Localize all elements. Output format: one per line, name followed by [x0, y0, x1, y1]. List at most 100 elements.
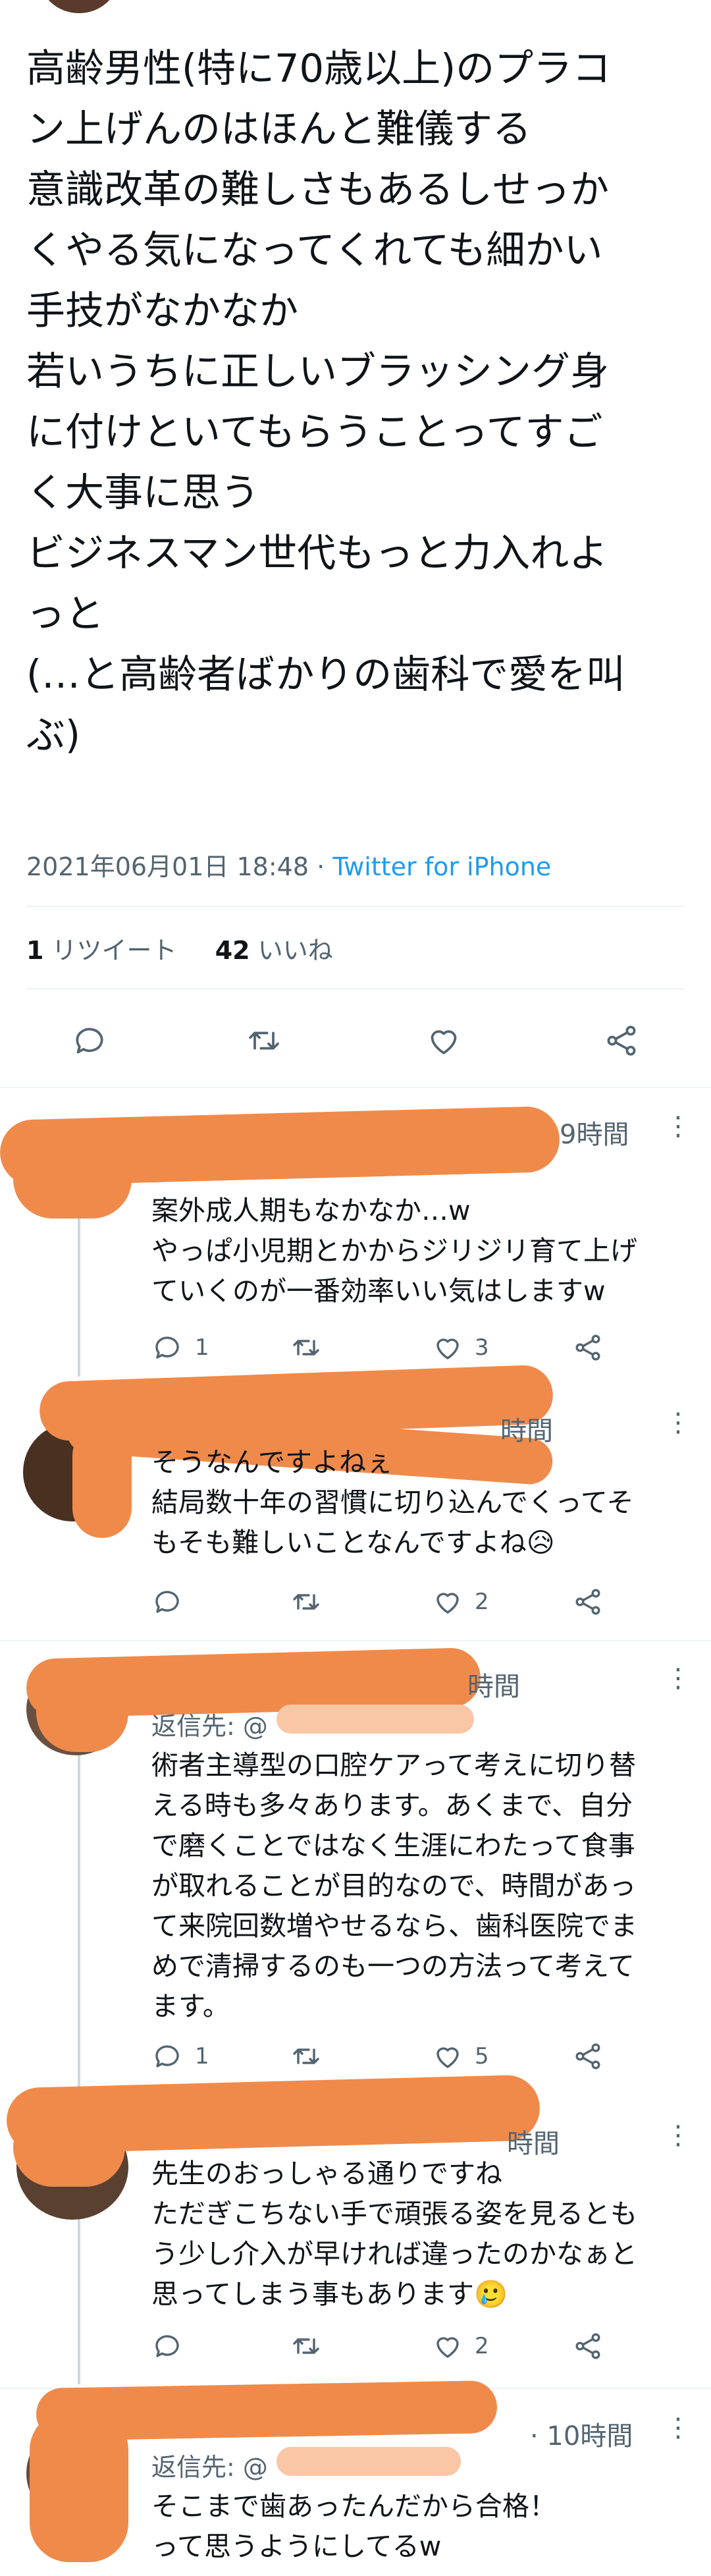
like-button[interactable]: [425, 1022, 463, 1059]
reply-time: 時間: [500, 1416, 553, 1446]
reply-line: う少し介入が早ければ違ったのかなぁと: [151, 2238, 637, 2270]
tweet-line: (…と高齢者ばかりの歯科で愛を叫: [26, 651, 625, 697]
retweet-icon: [293, 1340, 319, 1356]
tweet-source-link[interactable]: Twitter for iPhone: [332, 852, 551, 881]
reply-to-label: 返信先: @: [151, 1712, 268, 1741]
like-stat[interactable]: 42 いいね: [215, 936, 333, 965]
reply-line: で磨くことではなく生涯にわたって食事: [151, 1830, 635, 1861]
heart-icon: [436, 1338, 459, 1359]
reply-button[interactable]: 1: [151, 2041, 209, 2072]
reply-line: 術者主導型の口腔ケアって考えに切り替: [151, 1749, 636, 1781]
retweet-icon: [293, 1594, 319, 1610]
like-button[interactable]: 3: [431, 1332, 489, 1363]
tweet-line: ビジネスマン世代もっと力入れよ: [26, 530, 608, 576]
reply-count: 1: [195, 1334, 209, 1361]
retweet-icon: [249, 1031, 279, 1050]
retweet-button[interactable]: [245, 1022, 283, 1059]
share-button[interactable]: [571, 2041, 604, 2072]
reply-time: 時間: [507, 2129, 560, 2159]
like-button[interactable]: 2: [431, 1586, 489, 1618]
reply-icon: [155, 1336, 179, 1359]
share-button[interactable]: [571, 1586, 604, 1618]
divider: [0, 1640, 711, 1641]
reply-time: · 10時間: [530, 2421, 633, 2452]
reply-line: もそも難しいことなんですよね😥: [151, 1527, 555, 1558]
redaction-scribble: [276, 2447, 461, 2476]
reply-line: ます。: [151, 1990, 230, 2022]
heart-icon: [431, 1030, 457, 1055]
reply-icon: [155, 1591, 179, 1613]
retweet-button[interactable]: [290, 2330, 323, 2362]
redaction-scribble: [276, 1705, 474, 1734]
like-button[interactable]: 2: [431, 2330, 489, 2362]
retweet-label: リツイート: [43, 936, 177, 965]
more-options-icon[interactable]: ⋮: [665, 2122, 691, 2149]
heart-icon: [436, 2337, 459, 2358]
reply-line: そうなんですよねぇ: [151, 1446, 393, 1478]
share-button[interactable]: [602, 1022, 641, 1059]
like-count: 42: [215, 936, 250, 965]
tweet-line: 意識改革の難しさもあるしせっか: [26, 167, 610, 212]
reply-time: 時間: [467, 1672, 520, 1702]
more-options-icon[interactable]: ⋮: [665, 1113, 691, 1139]
meta-separator: ·: [309, 852, 333, 881]
tweet-line: ン上げんのはほんと難儀する: [26, 106, 532, 151]
share-icon: [575, 1589, 600, 1615]
like-count: 5: [475, 2043, 489, 2069]
tweet-meta: 2021年06月01日 18:48 · Twitter for iPhone: [26, 846, 551, 883]
author-avatar[interactable]: [40, 0, 118, 13]
tweet-stats: 1 リツイート 42 いいね: [26, 930, 333, 966]
retweet-stat[interactable]: 1 リツイート: [26, 936, 177, 965]
reply-button[interactable]: 1: [151, 1332, 209, 1363]
reply-count: 1: [195, 2043, 209, 2069]
reply-line: めで清掃するのも一つの方法って考えて: [151, 1950, 635, 1982]
reply-line: やっぱ小児期とかからジリジリ育て上げ: [151, 1235, 637, 1267]
like-button[interactable]: 5: [431, 2041, 489, 2072]
retweet-icon: [293, 2338, 319, 2354]
like-count: 2: [475, 2333, 489, 2359]
redaction-scribble: [36, 1666, 128, 1752]
more-options-icon[interactable]: ⋮: [665, 1410, 691, 1436]
tweet-line: 高齢男性(特に70歳以上)のプラコ: [26, 45, 612, 91]
like-count: 3: [475, 1334, 489, 1361]
redaction-scribble: [30, 2411, 128, 2562]
tweet-line: に付けといてもらうことってすご: [26, 409, 603, 454]
heart-icon: [436, 1593, 459, 1614]
reply-time: 9時間: [560, 1120, 629, 1150]
reply-line: ていくのが一番効率いい気はしますw: [151, 1275, 606, 1307]
tweet-line: っと: [26, 591, 105, 636]
reply-button[interactable]: [71, 1022, 108, 1059]
more-options-icon[interactable]: ⋮: [665, 1665, 691, 1691]
tweet-line: 若いうちに正しいブラッシング身: [26, 348, 610, 394]
reply-line: そこまで歯あったんだから合格！: [151, 2490, 556, 2522]
share-icon: [575, 2333, 600, 2359]
more-options-icon[interactable]: ⋮: [665, 2415, 691, 2441]
divider: [26, 906, 685, 907]
reply-line: て来院回数増やせるなら、歯科医院でま: [151, 1910, 637, 1942]
share-button[interactable]: [571, 1332, 604, 1363]
redaction-scribble: [13, 1139, 132, 1219]
retweet-icon: [293, 2048, 319, 2064]
reply-line: ただぎこちない手で頑張る姿を見るとも: [151, 2198, 637, 2230]
retweet-button[interactable]: [290, 1586, 323, 1618]
reply-line: 結局数十年の習慣に切り込んでくってそ: [151, 1487, 634, 1518]
share-button[interactable]: [571, 2330, 604, 2362]
reply-button[interactable]: [151, 1586, 195, 1618]
tweet-line: ぶ): [26, 712, 81, 757]
reply-icon: [155, 2045, 179, 2068]
reply-line: える時も多々あります。あくまで、自分: [151, 1790, 633, 1821]
tweet-date: 2021年06月01日 18:48: [26, 852, 309, 881]
share-icon: [607, 1026, 636, 1056]
retweet-button[interactable]: [290, 1332, 323, 1363]
retweet-count: 1: [26, 936, 44, 965]
reply-button[interactable]: [151, 2330, 195, 2362]
reply-line: 案外成人期もなかなか…w: [151, 1195, 471, 1226]
thread-line: [78, 1205, 80, 1377]
redaction-scribble: [13, 2108, 125, 2187]
divider: [26, 988, 685, 989]
like-label: いいね: [250, 936, 333, 965]
divider: [0, 1087, 711, 1088]
tweet-line: く大事に思う: [26, 470, 260, 515]
retweet-button[interactable]: [290, 2041, 323, 2072]
tweet-line: くやる気になってくれても細かい: [26, 227, 603, 273]
